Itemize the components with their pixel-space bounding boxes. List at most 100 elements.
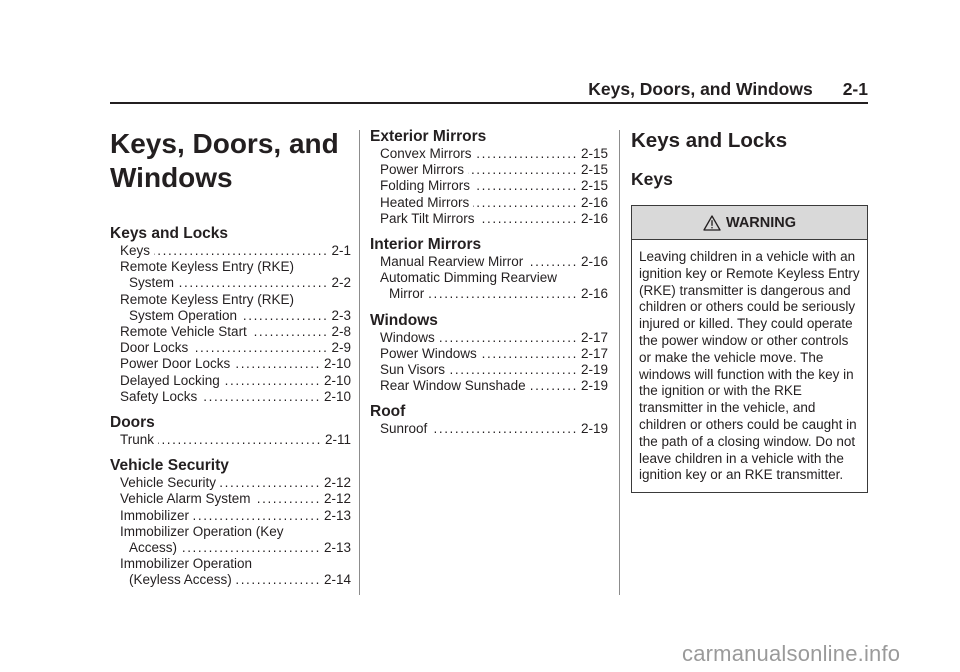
chapter-title: Keys, Doors, and Windows — [110, 127, 351, 195]
toc-entry-label: Windows — [380, 329, 435, 345]
toc-entry-label: System Operation — [129, 307, 238, 323]
toc-section: Windows Windows..........................… — [370, 312, 608, 395]
toc-entry-page: 2-15 — [580, 162, 608, 178]
toc-entry-label: Power Windows — [380, 345, 477, 361]
toc-entry[interactable]: System Operation........................… — [110, 308, 351, 324]
dot-leader: ........................................… — [223, 372, 321, 388]
column-divider — [619, 130, 620, 595]
toc-entry-label: Immobilizer — [120, 507, 190, 523]
toc-entry[interactable]: Safety Locks............................… — [110, 389, 351, 405]
dot-leader: ........................................… — [480, 345, 578, 361]
toc-entry[interactable]: Door Locks..............................… — [110, 340, 351, 356]
column-divider — [359, 130, 360, 595]
toc-entry[interactable]: Power Windows...........................… — [370, 346, 608, 362]
toc-entry[interactable]: Sunroof.................................… — [370, 421, 608, 437]
toc-entry[interactable]: Manual Rearview Mirror..................… — [370, 254, 608, 270]
toc-entry-label: (Keyless Access) — [129, 572, 232, 588]
running-head: Keys, Doors, and Windows 2-1 — [110, 78, 868, 100]
toc-entry-page: 2-19 — [580, 362, 608, 378]
toc-section: Vehicle Security Vehicle Security........… — [110, 457, 351, 588]
toc-entry-page: 2-12 — [323, 475, 351, 491]
toc-entry[interactable]: Park Tilt Mirrors.......................… — [370, 211, 608, 227]
toc-entry-page: 2-9 — [331, 340, 351, 356]
toc-entry[interactable]: Power Door Locks........................… — [110, 356, 351, 372]
toc-entry[interactable]: Vehicle Alarm System....................… — [110, 491, 351, 507]
running-head-title: Keys, Doors, and Windows — [588, 79, 813, 99]
dot-leader: ........................................… — [473, 194, 578, 210]
toc-entry-label: Mirror — [389, 286, 425, 302]
toc-entry-page: 2-13 — [323, 507, 351, 523]
toc-entry[interactable]: Remote Vehicle Start....................… — [110, 324, 351, 340]
dot-leader: ........................................… — [468, 162, 578, 178]
toc-entry[interactable]: Keys....................................… — [110, 243, 351, 259]
toc-entry-page: 2-12 — [323, 491, 351, 507]
toc-entry[interactable]: Rear Window Sunshade....................… — [370, 378, 608, 394]
dot-leader: ........................................… — [241, 307, 329, 323]
toc-entry-page: 2-19 — [580, 378, 608, 394]
warning-text: Leaving children in a vehicle with an ig… — [639, 249, 860, 483]
dot-leader: ........................................… — [529, 378, 578, 394]
dot-leader: ........................................… — [474, 178, 578, 194]
toc-entry-label: Folding Mirrors — [380, 178, 471, 194]
toc-entry-page: 2-11 — [324, 432, 351, 448]
dot-leader: ........................................… — [154, 243, 329, 258]
toc-column-2: Exterior Mirrors Convex Mirrors..........… — [370, 120, 608, 438]
toc-entry-label: Vehicle Alarm System — [120, 491, 251, 507]
toc-entry[interactable]: Access).................................… — [110, 540, 351, 556]
toc-entry[interactable]: Vehicle Security........................… — [110, 475, 351, 491]
toc-entry[interactable]: Immobilizer.............................… — [110, 508, 351, 524]
toc-entry[interactable]: Mirror..................................… — [370, 286, 608, 302]
dot-leader: ........................................… — [475, 146, 578, 161]
dot-leader: ........................................… — [478, 210, 578, 226]
content-column: Keys and Locks Keys WARNING Leaving chil… — [631, 120, 868, 494]
chapter-title-line: Windows — [110, 162, 233, 193]
toc-entry[interactable]: Windows.................................… — [370, 330, 608, 346]
toc-section-title: Exterior Mirrors — [370, 128, 487, 145]
toc-entry-label-line[interactable]: Immobilizer Operation — [110, 556, 351, 572]
toc-entry-label: Keys — [120, 243, 151, 258]
dot-leader: ........................................… — [234, 356, 321, 372]
toc-entry-page: 2-8 — [331, 324, 351, 340]
toc-section-title: Doors — [110, 414, 155, 432]
toc-section: Doors Trunk..............................… — [110, 414, 351, 448]
dot-leader: ........................................… — [235, 572, 321, 588]
toc-entry-label-line[interactable]: Remote Keyless Entry (RKE) — [110, 292, 351, 308]
toc-entry-label-line[interactable]: Automatic Dimming Rearview — [370, 270, 608, 286]
dot-leader: ........................................… — [431, 421, 578, 437]
toc-entry-label-line[interactable]: Immobilizer Operation (Key — [110, 524, 351, 540]
toc-entry-label: Convex Mirrors — [380, 146, 472, 161]
toc-section: Keys and Locks Keys......................… — [110, 225, 351, 405]
toc-entry-page: 2-15 — [580, 178, 608, 194]
chapter-title-line: Keys, Doors, and — [110, 128, 339, 159]
toc-entry[interactable]: Sun Visors..............................… — [370, 362, 608, 378]
toc-entry-label: Sunroof — [380, 421, 428, 437]
toc-entry-label: Remote Vehicle Start — [120, 324, 247, 340]
dot-leader: ........................................… — [220, 475, 321, 491]
toc-entry[interactable]: Power Mirrors...........................… — [370, 162, 608, 178]
toc-entry-label: Door Locks — [120, 340, 189, 356]
toc-entry[interactable]: Convex Mirrors..........................… — [370, 146, 608, 162]
section-heading: Keys and Locks — [631, 129, 788, 152]
dot-leader: ........................................… — [201, 388, 321, 404]
toc-entry-page: 2-15 — [580, 146, 608, 161]
toc-section-title: Vehicle Security — [110, 457, 229, 475]
toc-entry-label: Power Door Locks — [120, 356, 231, 372]
toc-entry-label: Power Mirrors — [380, 162, 465, 178]
toc-entry[interactable]: (Keyless Access)........................… — [110, 572, 351, 588]
toc-section-title: Roof — [370, 403, 406, 421]
toc-entry-page: 2-17 — [580, 345, 608, 361]
toc-entry-label-line[interactable]: Remote Keyless Entry (RKE) — [110, 259, 351, 275]
toc-entry-label: Vehicle Security — [120, 475, 217, 491]
toc-entry[interactable]: Trunk...................................… — [110, 432, 351, 448]
toc-entry[interactable]: System..................................… — [110, 275, 351, 291]
toc-section-title: Interior Mirrors — [370, 236, 482, 254]
toc-section-title: Windows — [370, 311, 438, 329]
toc-entry[interactable]: Delayed Locking.........................… — [110, 373, 351, 389]
dot-leader: ........................................… — [181, 540, 321, 556]
toc-entry-label: Trunk — [120, 432, 155, 448]
toc-entry-page: 2-14 — [323, 572, 351, 588]
toc-entry[interactable]: Heated Mirrors..........................… — [370, 195, 608, 211]
toc-entry[interactable]: Folding Mirrors.........................… — [370, 178, 608, 194]
toc-entry-page: 2-16 — [580, 194, 608, 210]
warning-header: WARNING — [632, 206, 867, 240]
